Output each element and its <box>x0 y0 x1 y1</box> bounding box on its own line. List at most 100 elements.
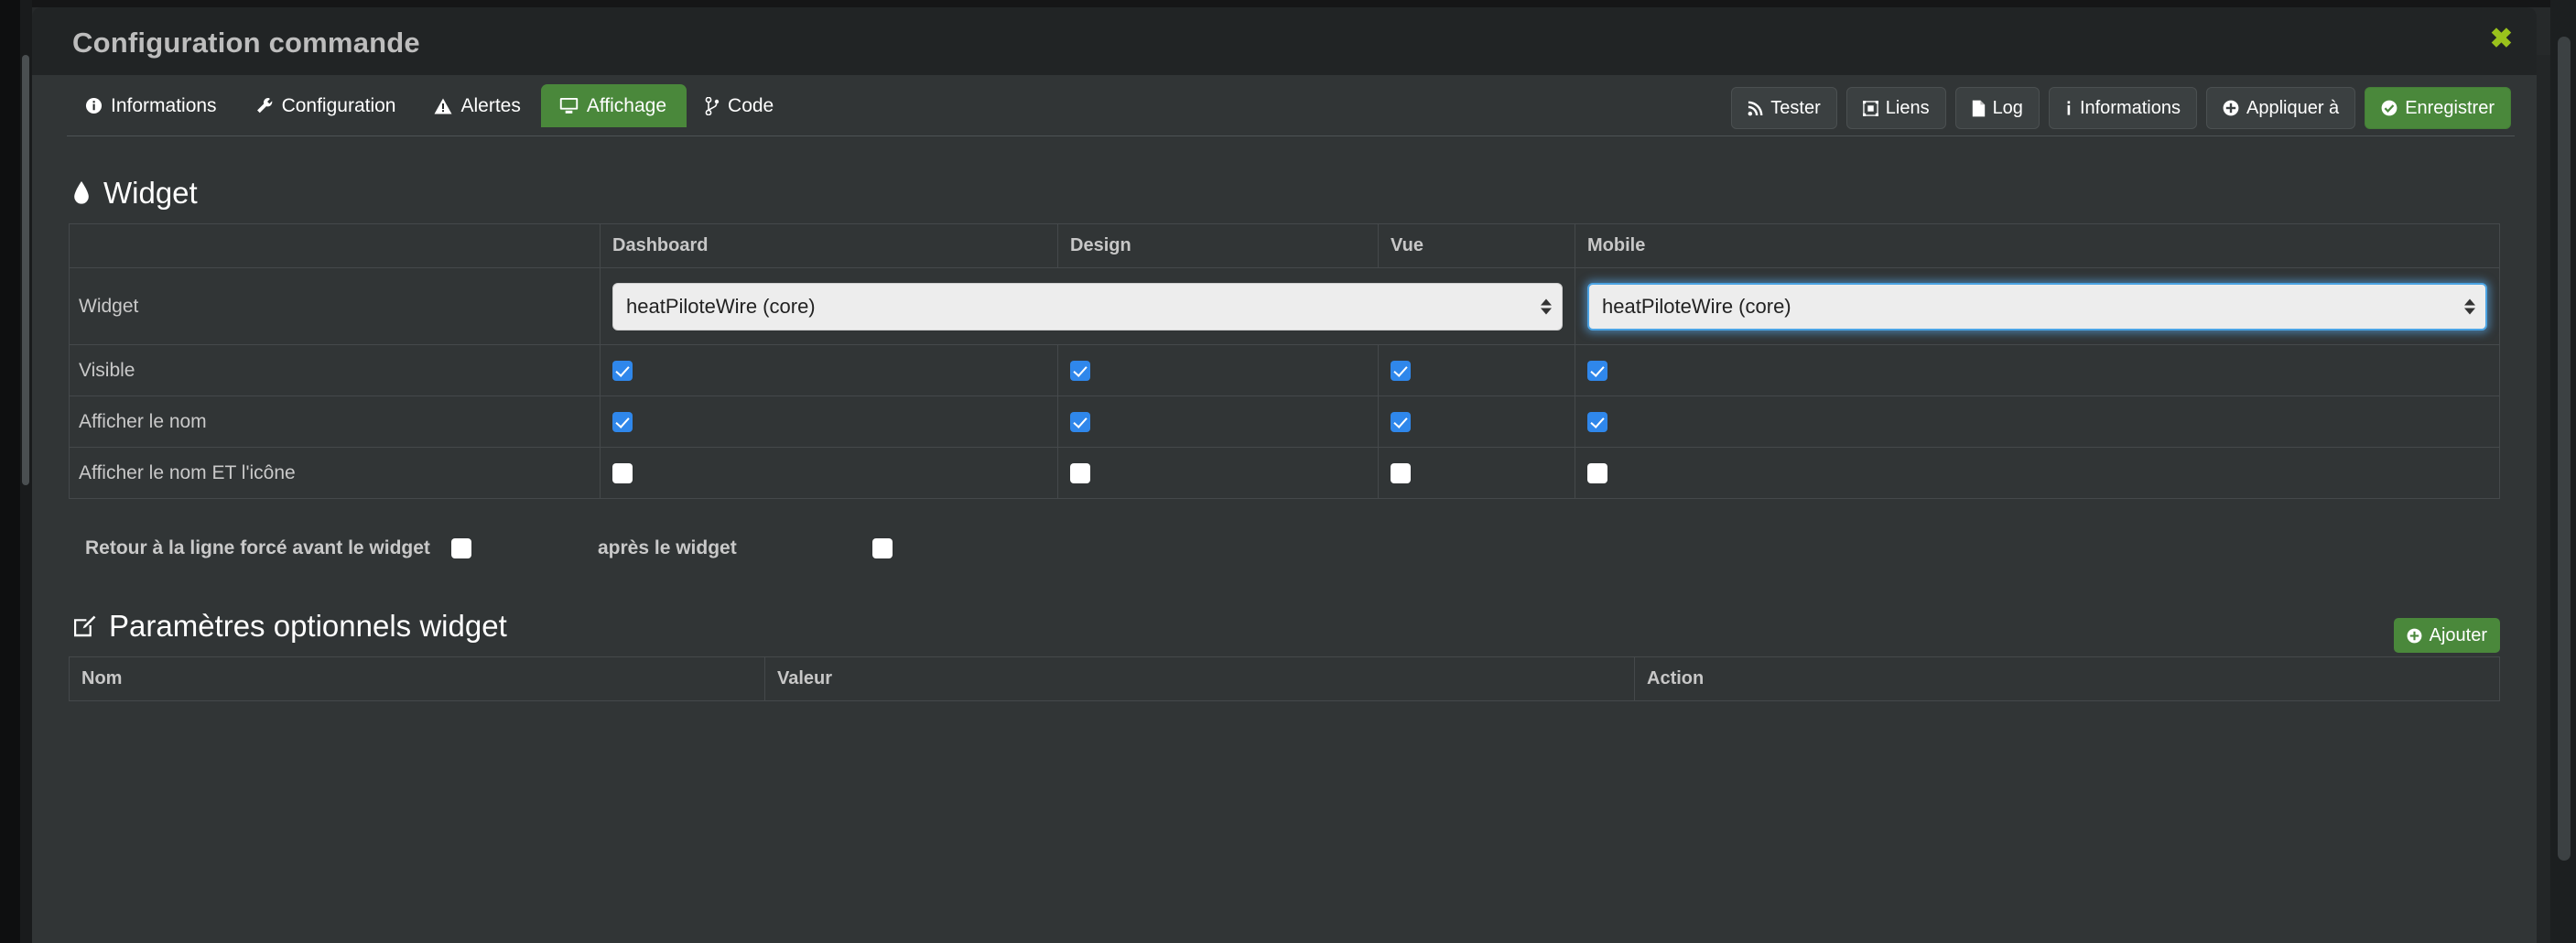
optional-table-header-row: Nom Valeur Action <box>69 656 2500 701</box>
tab-label: Configuration <box>281 95 396 116</box>
tab-label: Alertes <box>460 95 521 116</box>
table-row-widget-select: Widget heatPiloteWire (core) heatPiloteW… <box>69 267 2500 345</box>
chevron-updown-icon <box>1541 298 1552 314</box>
checkbox-nom-mobile[interactable] <box>1587 411 1607 432</box>
tab-configuration[interactable]: Configuration <box>237 84 417 127</box>
cell-nomicone-vue <box>1378 447 1575 499</box>
table-row: Afficher le nom ET l'icône <box>69 447 2500 499</box>
optional-section-title: Paramètres optionnels widget <box>72 609 2500 644</box>
enregistrer-button[interactable]: Enregistrer <box>2365 87 2511 129</box>
checkbox-visible-mobile[interactable] <box>1587 360 1607 381</box>
col-header-dashboard: Dashboard <box>600 223 1058 268</box>
button-label: Enregistrer <box>2405 97 2495 118</box>
widget-select-mobile-cell: heatPiloteWire (core) <box>1575 267 2500 345</box>
liens-button[interactable]: Liens <box>1845 87 1946 129</box>
tab-code[interactable]: Code <box>687 84 794 127</box>
col-header-design: Design <box>1057 223 1379 268</box>
left-scrollbar-thumb[interactable] <box>22 55 29 485</box>
code-branch-icon <box>705 96 720 115</box>
close-icon[interactable]: ✖ <box>2490 26 2513 53</box>
modal-header: Configuration commande ✖ <box>32 7 2537 75</box>
checkbox-nom-vue[interactable] <box>1391 411 1411 432</box>
tab-informations[interactable]: Informations <box>67 84 237 127</box>
tab-label: Code <box>728 95 774 116</box>
checkbox-nomicone-vue[interactable] <box>1391 462 1411 483</box>
modal-content: Widget Dashboard Design Vue Mobile Widge… <box>32 176 2537 701</box>
plus-circle-icon <box>2407 628 2422 644</box>
wrench-icon <box>255 97 274 114</box>
button-label: Tester <box>1770 97 1821 118</box>
linebreak-after-cell <box>872 538 1019 558</box>
select-value: heatPiloteWire (core) <box>626 294 816 318</box>
widget-select-mobile[interactable]: heatPiloteWire (core) <box>1587 282 2487 331</box>
checkbox-nomicone-dashboard[interactable] <box>612 462 633 483</box>
info-circle-icon <box>85 97 103 114</box>
optional-params-section: Paramètres optionnels widget Ajouter Nom… <box>69 609 2500 701</box>
section-title-label: Paramètres optionnels widget <box>109 609 507 643</box>
edit-pencil-icon <box>72 614 96 638</box>
checkbox-nomicone-design[interactable] <box>1070 462 1090 483</box>
plus-circle-icon <box>2223 100 2239 116</box>
col-header-nom: Nom <box>69 656 765 701</box>
col-header-mobile: Mobile <box>1575 223 2500 268</box>
tab-alertes[interactable]: Alertes <box>416 84 540 127</box>
cell-nomicone-dashboard <box>600 447 1058 499</box>
page-title: Configuration commande <box>72 27 420 59</box>
check-circle-icon <box>2381 100 2397 116</box>
checkbox-nom-dashboard[interactable] <box>612 411 633 432</box>
warning-triangle-icon <box>434 98 452 114</box>
file-icon <box>1972 100 1986 117</box>
cell-visible-mobile <box>1575 344 2500 396</box>
col-header-vue: Vue <box>1378 223 1575 268</box>
tabbar: Informations Configuration Alertes Affic… <box>32 75 2537 143</box>
configuration-modal: Configuration commande ✖ Informations Co… <box>32 7 2537 943</box>
cell-nomicone-design <box>1057 447 1379 499</box>
tester-button[interactable]: Tester <box>1731 87 1837 129</box>
ajouter-button[interactable]: Ajouter <box>2393 618 2500 653</box>
appliquer-a-button[interactable]: Appliquer à <box>2206 87 2356 129</box>
row-label-afficher-nom-icone: Afficher le nom ET l'icône <box>69 447 601 499</box>
widget-select-dashboard-cell: heatPiloteWire (core) <box>600 267 1575 345</box>
tab-label: Affichage <box>586 95 667 116</box>
linebreak-before-label: Retour à la ligne forcé avant le widget <box>85 537 430 558</box>
col-header-action: Action <box>1634 656 2500 701</box>
checkbox-linebreak-before[interactable] <box>451 538 471 558</box>
widget-select-dashboard[interactable]: heatPiloteWire (core) <box>612 282 1563 331</box>
cell-nom-dashboard <box>600 396 1058 448</box>
informations-button[interactable]: Informations <box>2048 87 2197 129</box>
tabbar-divider <box>67 135 2515 136</box>
log-button[interactable]: Log <box>1954 87 2040 129</box>
button-label: Liens <box>1885 97 1930 118</box>
tab-affichage[interactable]: Affichage <box>540 84 687 127</box>
widget-section-title: Widget <box>72 176 2500 211</box>
tab-list: Informations Configuration Alertes Affic… <box>67 84 794 127</box>
table-row: Afficher le nom <box>69 396 2500 448</box>
checkbox-visible-vue[interactable] <box>1391 360 1411 381</box>
cell-visible-dashboard <box>600 344 1058 396</box>
checkbox-linebreak-after[interactable] <box>872 538 893 558</box>
linebreak-before-cell <box>451 538 598 558</box>
info-icon <box>2065 100 2073 117</box>
backdrop-top-strip <box>0 0 2576 7</box>
left-gutter <box>0 0 20 943</box>
desktop-icon <box>559 97 579 114</box>
cell-nom-design <box>1057 396 1379 448</box>
table-row: Visible <box>69 344 2500 396</box>
tint-droplet-icon <box>72 180 91 206</box>
widget-table-header-row: Dashboard Design Vue Mobile <box>69 223 2500 268</box>
checkbox-nomicone-mobile[interactable] <box>1587 462 1607 483</box>
tab-label: Informations <box>111 95 217 116</box>
optional-params-table: Nom Valeur Action <box>69 656 2500 701</box>
row-label-afficher-nom: Afficher le nom <box>69 396 601 448</box>
right-scrollbar-thumb[interactable] <box>2558 37 2571 861</box>
checkbox-nom-design[interactable] <box>1070 411 1090 432</box>
button-label: Log <box>1992 97 2023 118</box>
checkbox-visible-design[interactable] <box>1070 360 1090 381</box>
checkbox-visible-dashboard[interactable] <box>612 360 633 381</box>
cell-nom-mobile <box>1575 396 2500 448</box>
button-label: Appliquer à <box>2246 97 2340 118</box>
widget-table: Dashboard Design Vue Mobile Widget heatP… <box>69 223 2500 499</box>
col-header-blank <box>69 223 601 268</box>
linebreak-row: Retour à la ligne forcé avant le widget … <box>85 530 2500 567</box>
rss-icon <box>1748 101 1763 116</box>
